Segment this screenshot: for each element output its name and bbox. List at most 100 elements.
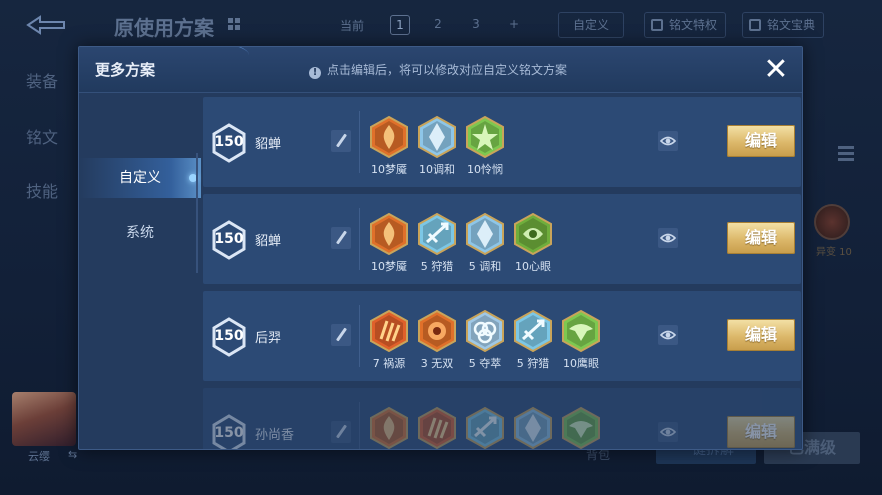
current-label: 当前 — [340, 19, 365, 33]
menu-icon[interactable] — [838, 146, 854, 162]
level-value: 150 — [214, 425, 244, 441]
rune-label: 3 无双 — [420, 357, 454, 370]
side-tab-skills[interactable]: 技能 — [26, 178, 58, 202]
rune-item[interactable] — [367, 406, 411, 449]
treasure-button[interactable]: 铭文宝典 — [742, 12, 825, 38]
eye-icon[interactable] — [658, 131, 678, 151]
eye-icon[interactable] — [658, 325, 678, 345]
edit-button[interactable]: 编辑 — [727, 416, 795, 448]
privilege-button[interactable]: 铭文特权 — [644, 12, 727, 38]
divider — [359, 111, 360, 173]
rune-item[interactable]: 7 祸源 — [367, 309, 411, 370]
back-arrow-icon[interactable] — [24, 14, 68, 36]
edit-notice: ! 点击编辑后，将可以修改对应自定义铭文方案 — [309, 61, 567, 79]
book-icon — [749, 19, 761, 31]
hawk-rune-icon — [562, 406, 600, 449]
rune-label: 10梦魇 — [371, 163, 407, 176]
rune-item[interactable] — [463, 406, 507, 449]
scheme-row[interactable]: 150 貂蝉 10梦魇 5 狩猎 5 调和 10心眼 编辑 — [203, 194, 801, 284]
rune-slot-label: 异变 10 — [816, 247, 852, 258]
level-badge: 150 — [211, 123, 247, 163]
rune-item[interactable]: 5 调和 — [463, 212, 507, 273]
hero-name: 貂蝉 — [255, 137, 282, 152]
sidebar-item-label: 自定义 — [119, 170, 161, 186]
rename-pencil-icon[interactable] — [331, 227, 351, 249]
custom-button[interactable]: 自定义 — [558, 12, 624, 38]
dialog-header: 更多方案 ! 点击编辑后，将可以修改对应自定义铭文方案 ✕ — [79, 47, 802, 93]
hero-name: 孙尚香 — [255, 428, 295, 443]
rune-item[interactable]: 10鹰眼 — [559, 309, 603, 370]
scheme-row[interactable]: 150 后羿 7 祸源 3 无双 5 夺萃 5 狩猎 10鹰眼 编辑 — [203, 291, 801, 381]
side-tab-runes[interactable]: 铭文 — [26, 124, 58, 148]
hero-name: 云缨 — [28, 450, 50, 463]
rename-pencil-icon[interactable] — [331, 324, 351, 346]
side-tab-equipment[interactable]: 装备 — [26, 68, 58, 92]
sidebar-scrollbar[interactable] — [196, 153, 198, 273]
hawk-rune-icon — [562, 309, 600, 353]
scheme-row[interactable]: 150 貂蝉 10梦魇 10调和 10怜悯 编辑 — [203, 97, 801, 187]
divider — [359, 305, 360, 367]
hero-name: 后羿 — [255, 331, 282, 346]
arrow-rune-icon — [514, 309, 552, 353]
page-add-button[interactable]: + — [504, 15, 524, 35]
rune-label: 10鹰眼 — [563, 357, 599, 370]
level-value: 150 — [214, 134, 244, 150]
divider — [359, 402, 360, 449]
rune-label: 5 狩猎 — [516, 357, 550, 370]
level-badge: 150 — [211, 317, 247, 357]
dialog-sidebar: 自定义 系统 — [79, 93, 201, 449]
hero-name: 貂蝉 — [255, 234, 282, 249]
scheme-row[interactable]: 150 孙尚香 编辑 — [203, 388, 801, 449]
privilege-label: 铭文特权 — [669, 18, 718, 32]
sidebar-item-custom[interactable]: 自定义 — [79, 158, 201, 198]
rune-item[interactable]: 10调和 — [415, 115, 459, 176]
rune-item[interactable]: 10梦魇 — [367, 212, 411, 273]
rune-item[interactable]: 10心眼 — [511, 212, 555, 273]
hero-avatar[interactable] — [12, 392, 76, 446]
rune-label: 7 祸源 — [372, 357, 406, 370]
arrow-rune-icon — [418, 212, 456, 256]
claw-rune-icon — [370, 309, 408, 353]
fire-rune-icon — [418, 309, 456, 353]
flame-rune-icon — [370, 115, 408, 159]
rune-label: 5 夺萃 — [468, 357, 502, 370]
flame-rune-icon — [370, 212, 408, 256]
sidebar-item-label: 系统 — [126, 225, 154, 241]
rename-pencil-icon[interactable] — [331, 421, 351, 443]
page-tab-1[interactable]: 1 — [390, 15, 410, 35]
edit-button[interactable]: 编辑 — [727, 222, 795, 254]
arrow-rune-icon — [466, 406, 504, 449]
edit-button[interactable]: 编辑 — [727, 319, 795, 351]
rune-item[interactable]: 5 夺萃 — [463, 309, 507, 370]
rune-item[interactable] — [415, 406, 459, 449]
divider — [359, 208, 360, 270]
rune-item[interactable]: 10怜悯 — [463, 115, 507, 176]
level-badge: 150 — [211, 414, 247, 449]
knot-rune-icon — [466, 309, 504, 353]
scheme-title: 原使用方案 — [114, 16, 214, 40]
rune-label: 10怜悯 — [467, 163, 503, 176]
rune-slot-icon[interactable] — [814, 204, 850, 240]
rune-item[interactable]: 10梦魇 — [367, 115, 411, 176]
page-tab-3[interactable]: 3 — [466, 15, 486, 35]
rune-item[interactable]: 3 无双 — [415, 309, 459, 370]
crystal-rune-icon — [514, 406, 552, 449]
sidebar-item-system[interactable]: 系统 — [79, 213, 201, 253]
rune-item[interactable]: 5 狩猎 — [511, 309, 555, 370]
crystal-rune-icon — [418, 115, 456, 159]
rune-label: 5 狩猎 — [420, 260, 454, 273]
flame-rune-icon — [370, 406, 408, 449]
eye-icon[interactable] — [658, 228, 678, 248]
grid-icon[interactable] — [228, 18, 240, 30]
close-button[interactable]: ✕ — [759, 53, 793, 87]
rename-pencil-icon[interactable] — [331, 130, 351, 152]
rune-item[interactable]: 5 狩猎 — [415, 212, 459, 273]
level-value: 150 — [214, 328, 244, 344]
claw-rune-icon — [418, 406, 456, 449]
eye-icon[interactable] — [658, 422, 678, 442]
page-tab-2[interactable]: 2 — [428, 15, 448, 35]
edit-button[interactable]: 编辑 — [727, 125, 795, 157]
swap-icon[interactable]: ⇆ — [68, 448, 77, 461]
rune-item[interactable] — [511, 406, 555, 449]
rune-item[interactable] — [559, 406, 603, 449]
